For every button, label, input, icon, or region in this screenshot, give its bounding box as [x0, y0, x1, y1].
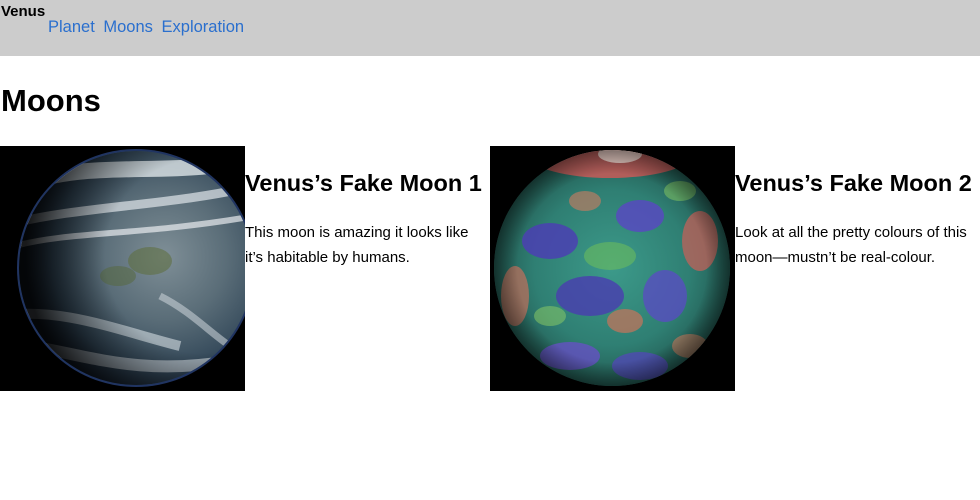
moon-card-1: Venus’s Fake Moon 1 This moon is amazing… — [0, 146, 490, 391]
nav-link-planet[interactable]: Planet — [48, 18, 95, 36]
nav-link-exploration[interactable]: Exploration — [162, 18, 245, 36]
moon-1-description: This moon is amazing it looks like it’s … — [245, 224, 469, 266]
page-title: Moons — [1, 83, 101, 118]
site-header: Venus Planet Moons Exploration — [0, 0, 980, 56]
moon-2-description: Look at all the pretty colours of this m… — [735, 224, 967, 266]
moon-1-image — [0, 146, 245, 391]
nav-link-moons[interactable]: Moons — [103, 18, 153, 36]
main-nav: Planet Moons Exploration — [48, 17, 248, 37]
moon-card-2: Venus’s Fake Moon 2 Look at all the pret… — [490, 146, 980, 391]
moon-2-image — [490, 146, 735, 391]
moon-2-title: Venus’s Fake Moon 2 — [735, 170, 972, 196]
moon-1-title: Venus’s Fake Moon 1 — [245, 170, 482, 196]
site-title: Venus — [1, 3, 46, 20]
